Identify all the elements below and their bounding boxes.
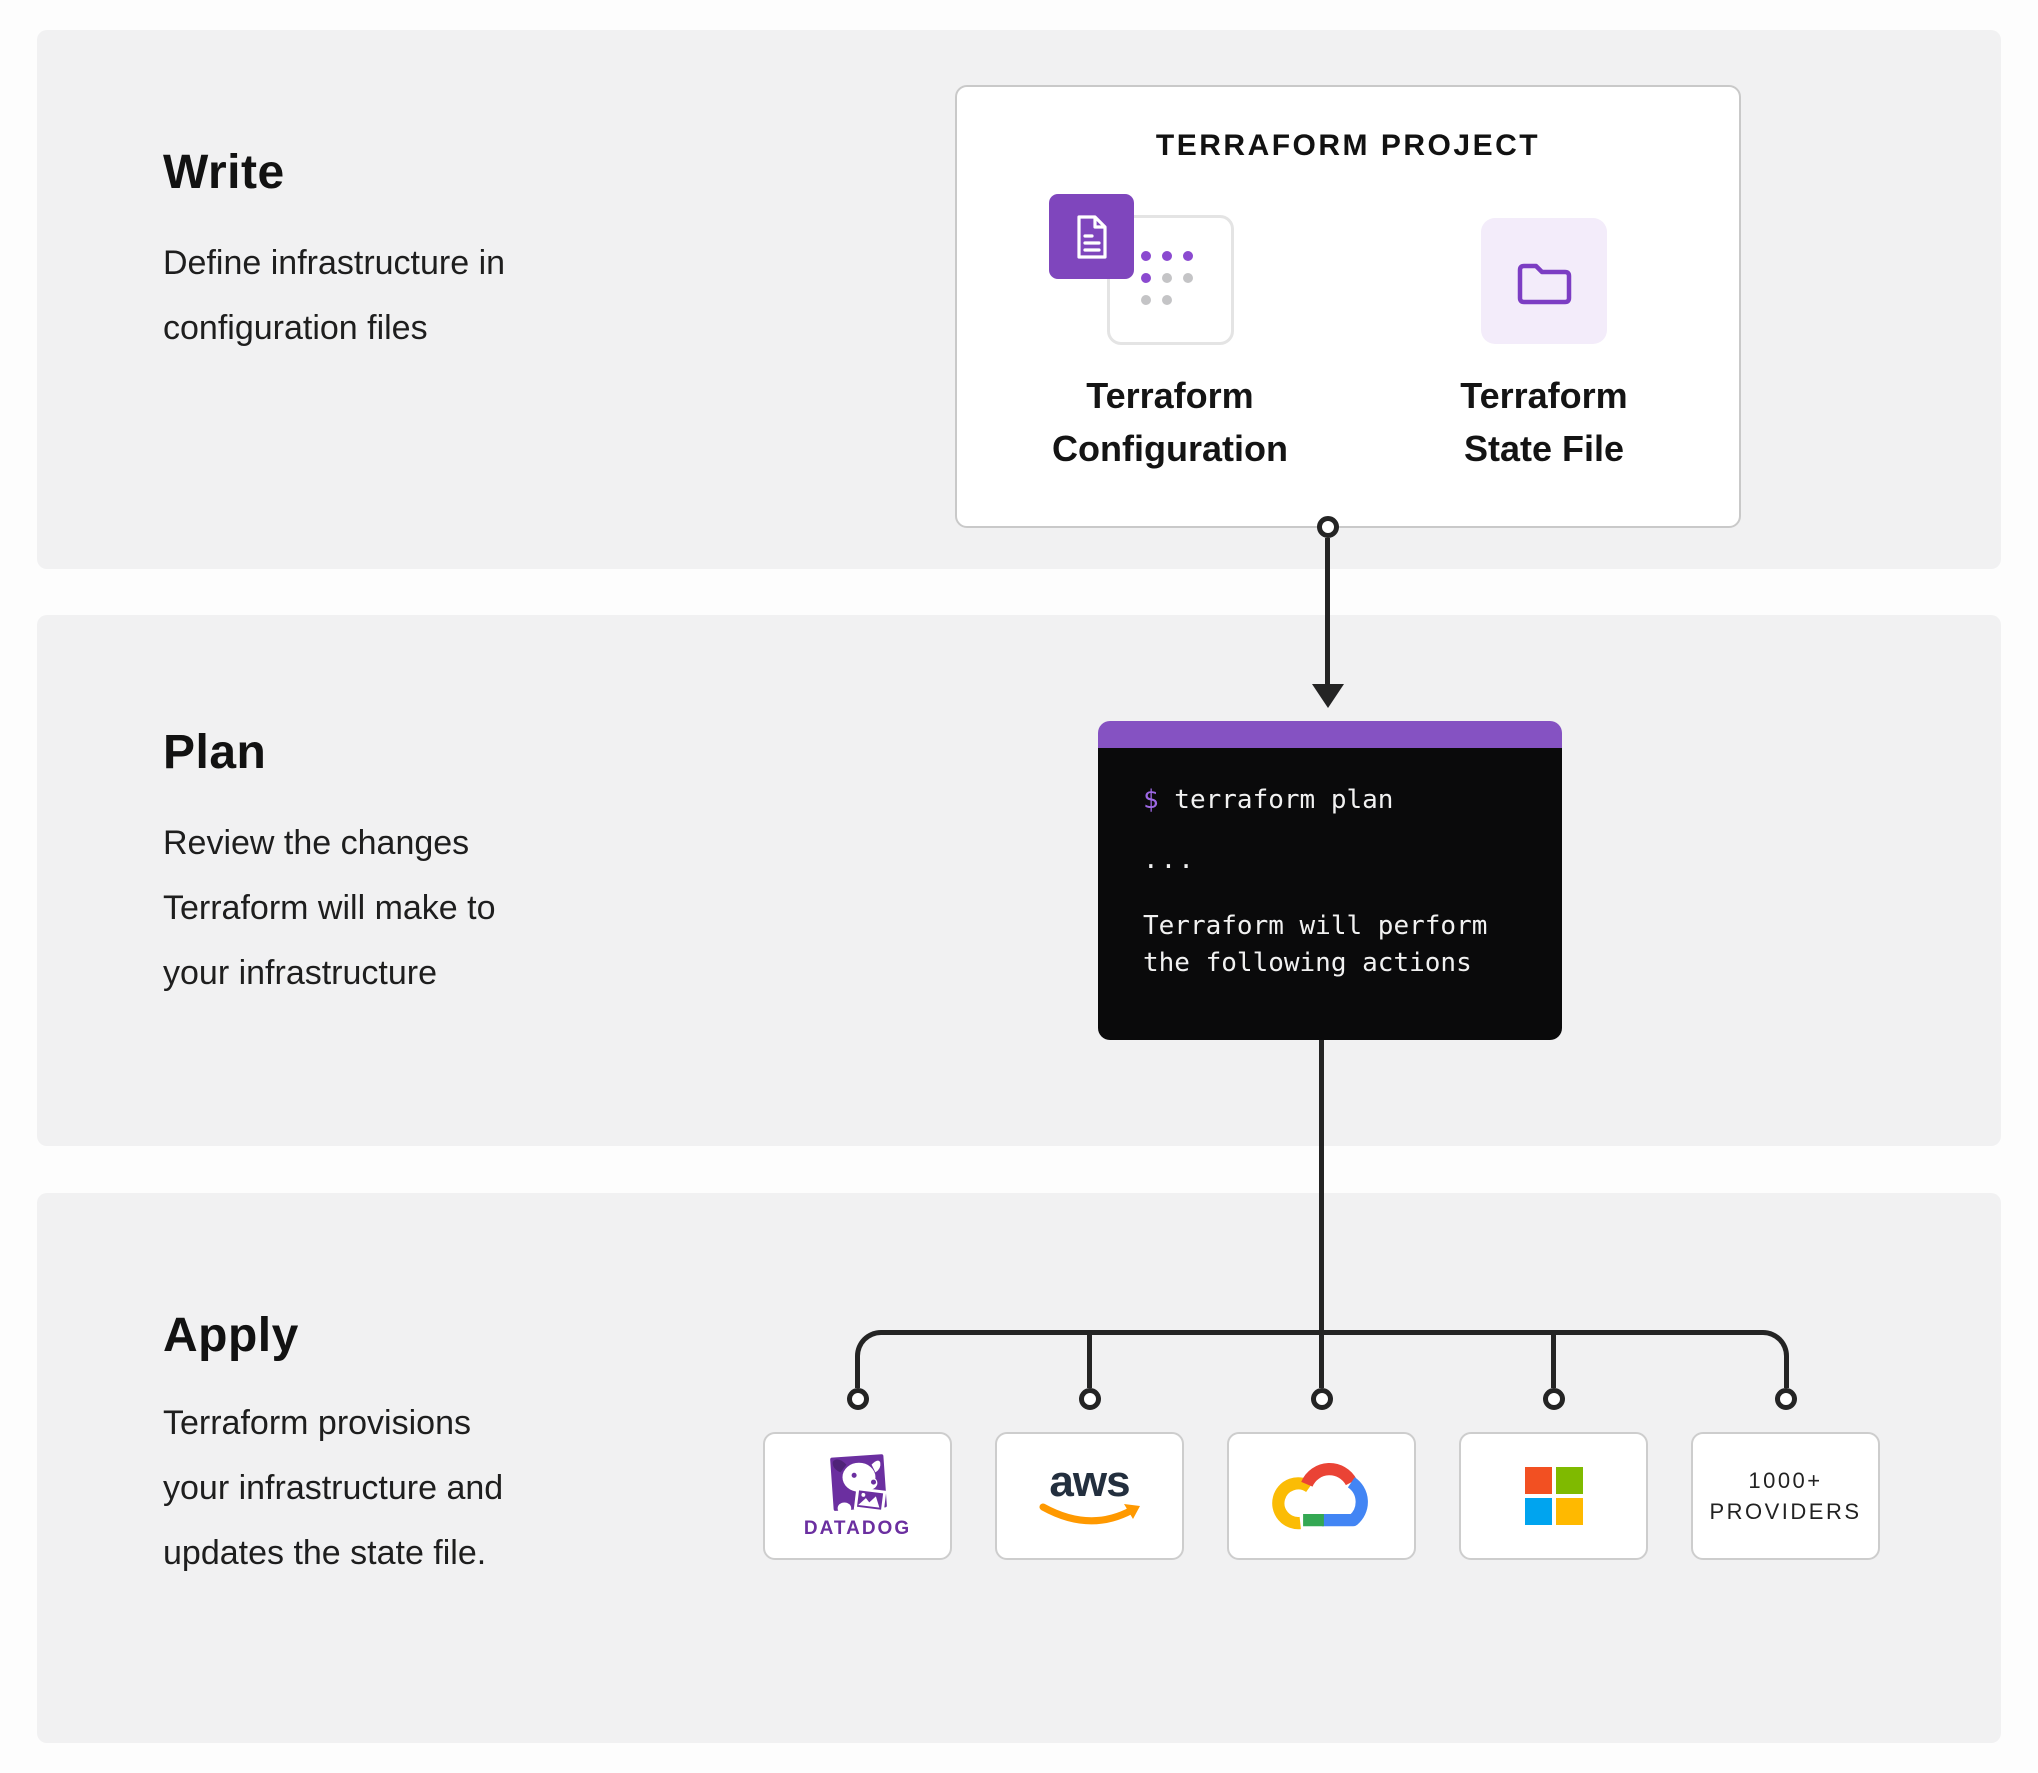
terraform-project-card: TERRAFORM PROJECT Terraform Configuratio… [955,85,1741,528]
more-providers-label: 1000+ PROVIDERS [1709,1465,1861,1527]
connector-ring-gcloud [1311,1388,1333,1410]
apply-heading: Apply [163,1308,299,1364]
terminal-body: $ terraform plan ... Terraform will perf… [1098,748,1562,1040]
provider-card-aws: aws [995,1432,1184,1560]
document-icon [1049,194,1134,279]
terraform-state-file-label: Terraform State File [1369,369,1719,475]
terraform-plan-terminal: $ terraform plan ... Terraform will perf… [1098,721,1562,1040]
connector-line-write-plan [1325,538,1330,686]
configuration-dots-grid [1141,251,1193,305]
aws-wordmark: aws [1049,1463,1129,1501]
terminal-command: terraform plan [1159,785,1394,815]
terminal-title-bar [1098,721,1562,748]
terminal-prompt: $ [1143,785,1159,815]
terraform-configuration-label: Terraform Configuration [995,369,1345,475]
connector-ring-microsoft [1543,1388,1565,1410]
connector-line-plan-apply [1319,1040,1324,1334]
datadog-wordmark: DATADOG [804,1518,911,1540]
terminal-ellipsis: ... [1143,843,1542,877]
provider-card-microsoft [1459,1432,1648,1560]
terraform-project-title: TERRAFORM PROJECT [957,129,1739,163]
branch-drop-2 [1087,1335,1092,1388]
terminal-output: Terraform will perform the following act… [1143,908,1542,982]
connector-ring-datadog [847,1388,869,1410]
terraform-state-file-icon [1481,218,1607,344]
folder-icon [1513,256,1575,306]
provider-card-1000-providers: 1000+ PROVIDERS [1691,1432,1880,1560]
google-cloud-logo-icon [1265,1453,1379,1540]
plan-heading: Plan [163,725,266,781]
plan-description: Review the changes Terraform will make t… [163,811,496,1006]
write-heading: Write [163,145,285,201]
provider-card-google-cloud [1227,1432,1416,1560]
connector-ring-more [1775,1388,1797,1410]
terminal-command-line: $ terraform plan [1143,783,1542,817]
branch-drop-4 [1551,1335,1556,1388]
connector-ring-top [1317,516,1339,538]
microsoft-logo-icon [1525,1467,1583,1525]
write-description: Define infrastructure in configuration f… [163,231,505,361]
provider-card-datadog: DATADOG [763,1432,952,1560]
aws-smile-icon [1038,1503,1142,1529]
branch-drop-3 [1319,1335,1324,1388]
apply-description: Terraform provisions your infrastructure… [163,1391,503,1586]
terraform-workflow-diagram: Write Define infrastructure in configura… [0,0,2038,1773]
datadog-logo-icon [823,1453,893,1517]
arrow-down-icon [1312,684,1344,708]
connector-ring-aws [1079,1388,1101,1410]
